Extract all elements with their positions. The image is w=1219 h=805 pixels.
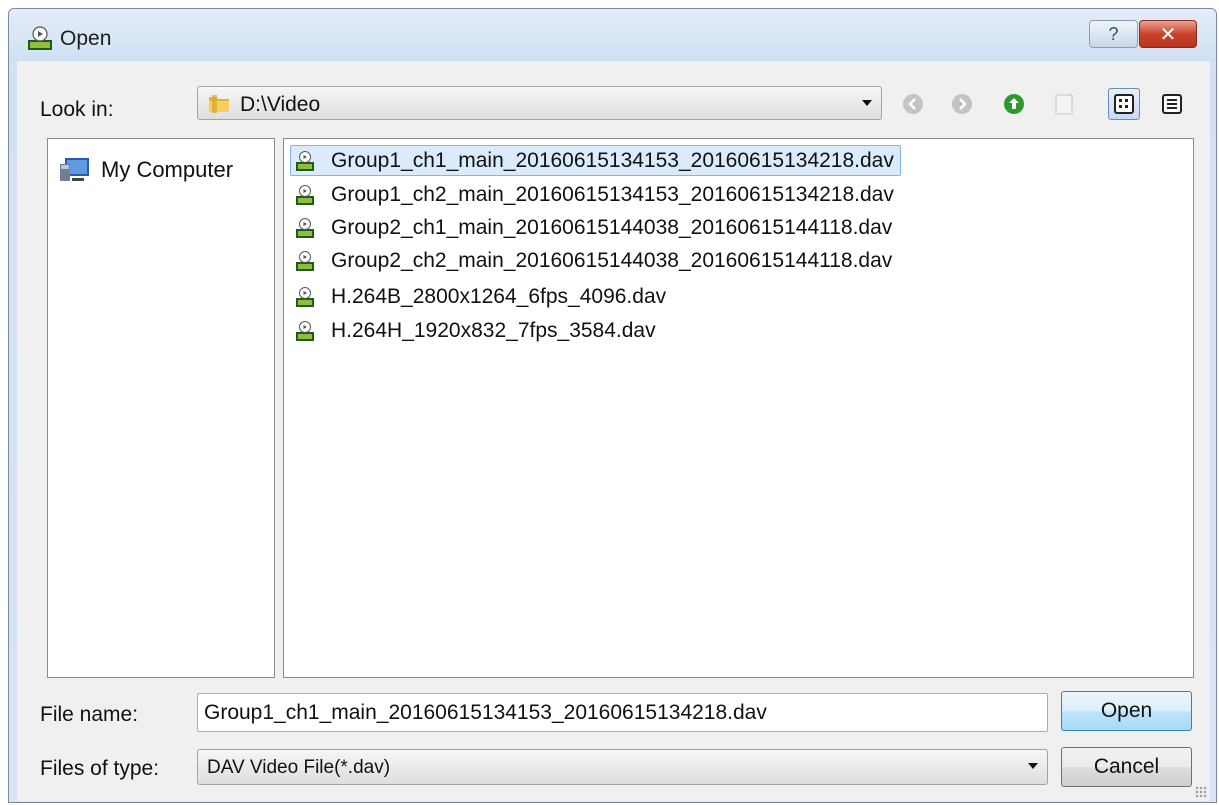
new-folder-icon[interactable]: [1052, 92, 1076, 116]
dav-file-icon: [296, 184, 314, 205]
file-name: H.264B_2800x1264_6fps_4096.dav: [331, 284, 667, 308]
look-in-dropdown[interactable]: D:\Video: [197, 86, 882, 120]
file-name: Group1_ch1_main_20160615134153_201606151…: [331, 148, 894, 172]
window-title: Open: [60, 27, 112, 50]
list-view-icon: [1114, 94, 1134, 114]
file-name-input[interactable]: [197, 693, 1048, 732]
place-item-my-computer[interactable]: My Computer: [58, 153, 233, 187]
file-item[interactable]: Group2_ch1_main_20160615144038_201606151…: [290, 212, 899, 243]
file-type-dropdown[interactable]: DAV Video File(*.dav): [197, 749, 1048, 785]
resize-grip-icon[interactable]: [1195, 786, 1207, 798]
file-item[interactable]: Group2_ch2_main_20160615144038_201606151…: [290, 245, 899, 276]
dav-file-icon: [296, 286, 314, 307]
file-item[interactable]: H.264H_1920x832_7fps_3584.dav: [290, 315, 663, 346]
detail-view-icon: [1162, 94, 1182, 114]
detail-view-button[interactable]: [1156, 88, 1188, 120]
cancel-button[interactable]: Cancel: [1061, 747, 1192, 787]
file-type-label: Files of type:: [40, 757, 160, 780]
dav-file-icon: [296, 150, 314, 171]
file-item[interactable]: H.264B_2800x1264_6fps_4096.dav: [290, 281, 673, 312]
help-button[interactable]: ?: [1089, 20, 1138, 48]
back-icon[interactable]: [901, 92, 925, 116]
file-name: Group2_ch1_main_20160615144038_201606151…: [331, 215, 893, 239]
file-name: H.264H_1920x832_7fps_3584.dav: [331, 318, 656, 342]
close-button[interactable]: ✕: [1139, 20, 1197, 48]
file-item[interactable]: Group1_ch2_main_20160615134153_201606151…: [290, 179, 901, 210]
look-in-label: Look in:: [40, 98, 114, 121]
open-dialog: Open ? ✕ Look in: D:\Video My Computer G…: [8, 8, 1217, 803]
up-folder-icon[interactable]: [1002, 92, 1026, 116]
forward-icon[interactable]: [950, 92, 974, 116]
title-bar[interactable]: Open ? ✕: [9, 9, 1216, 61]
app-icon: [28, 26, 52, 50]
file-name: Group2_ch2_main_20160615144038_201606151…: [331, 248, 893, 272]
file-name-label: File name:: [40, 703, 139, 726]
dialog-body: Look in: D:\Video My Computer Group1_ch1…: [17, 61, 1210, 801]
list-view-button[interactable]: [1108, 88, 1140, 120]
place-label: My Computer: [101, 157, 234, 182]
folder-icon: [209, 95, 229, 113]
computer-icon: [60, 158, 89, 181]
file-item[interactable]: Group1_ch1_main_20160615134153_201606151…: [290, 145, 901, 176]
dav-file-icon: [296, 320, 314, 341]
open-button[interactable]: Open: [1061, 691, 1192, 731]
dav-file-icon: [296, 250, 314, 271]
file-type-value: DAV Video File(*.dav): [207, 757, 391, 778]
file-name: Group1_ch2_main_20160615134153_201606151…: [331, 182, 894, 206]
dav-file-icon: [296, 217, 314, 238]
chevron-down-icon[interactable]: [862, 100, 872, 106]
file-list[interactable]: Group1_ch1_main_20160615134153_201606151…: [283, 138, 1194, 678]
look-in-value: D:\Video: [240, 93, 321, 116]
places-panel: My Computer: [47, 138, 275, 678]
chevron-down-icon[interactable]: [1028, 763, 1038, 769]
